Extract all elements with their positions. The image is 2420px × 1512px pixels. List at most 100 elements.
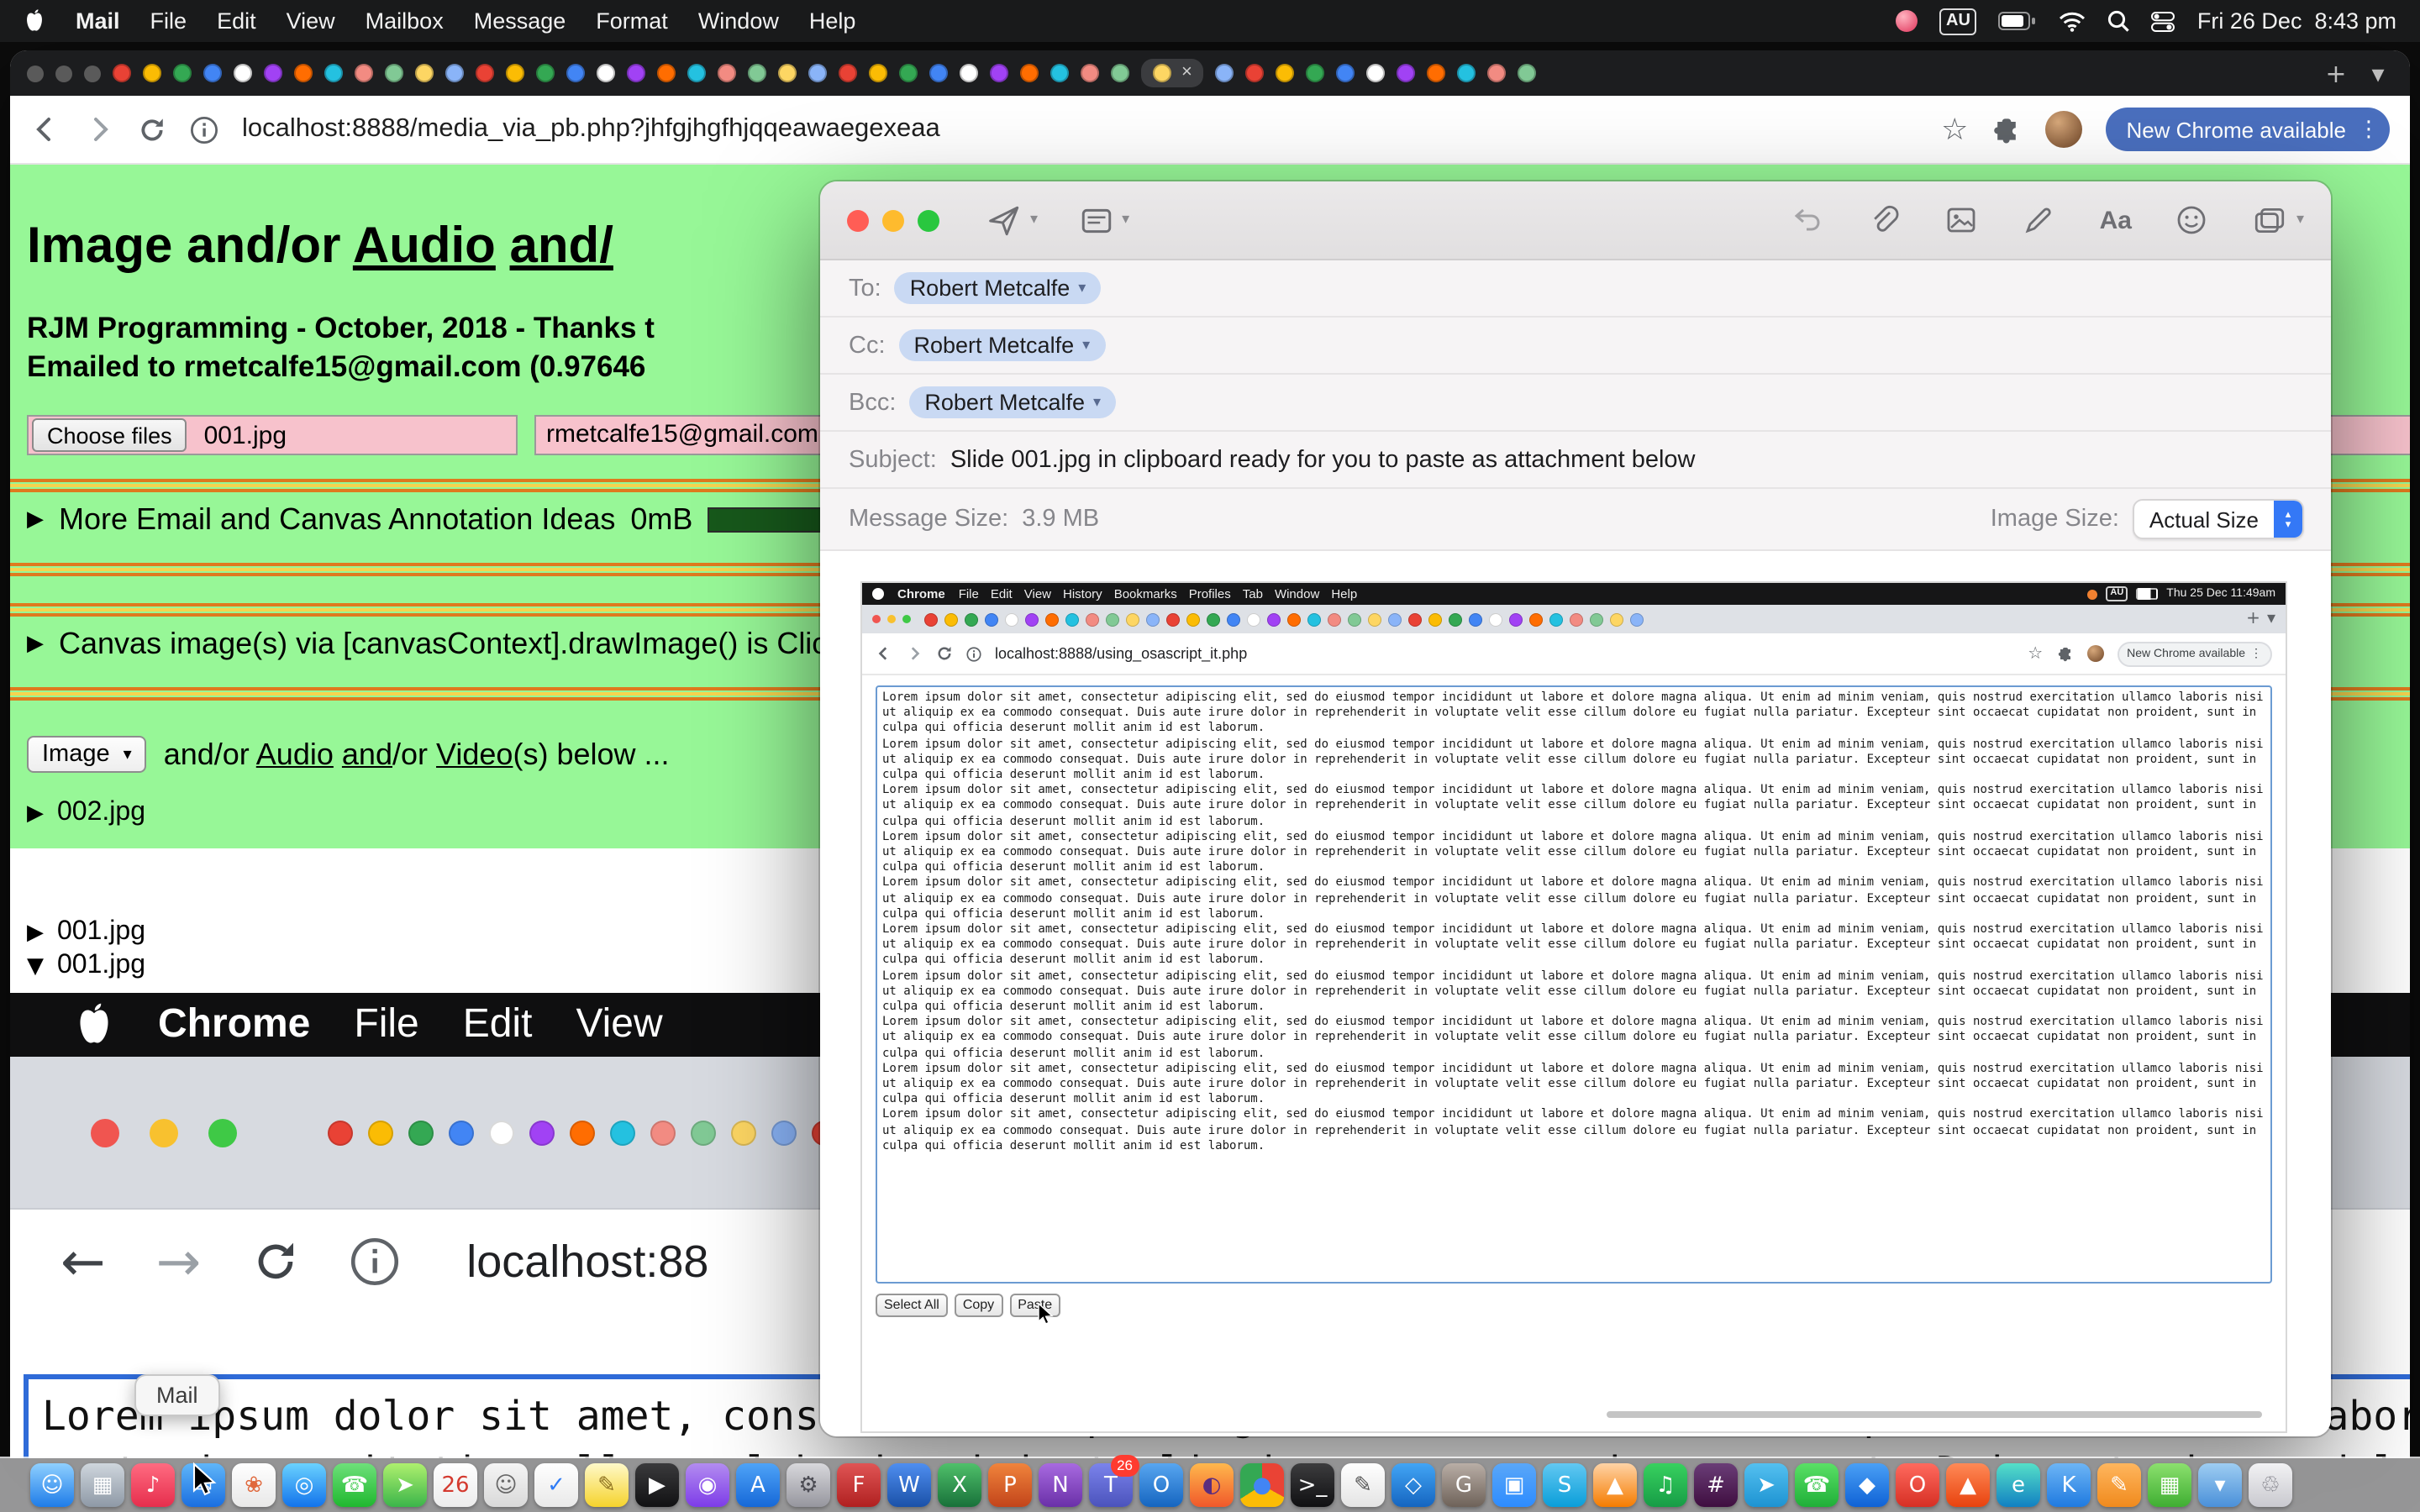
dock-icon-appstore[interactable]: A — [736, 1463, 780, 1507]
tab-favicon[interactable] — [1328, 612, 1341, 626]
menu-help[interactable]: Help — [809, 8, 856, 34]
bcc-field[interactable]: Bcc: Robert Metcalfe▾ — [820, 375, 2331, 432]
and-link[interactable]: and — [342, 737, 392, 770]
tab-favicon[interactable] — [1086, 612, 1099, 626]
dock-icon-onenote[interactable]: N — [1039, 1463, 1082, 1507]
dock-icon-firefox[interactable]: ◐ — [1190, 1463, 1234, 1507]
menu-window[interactable]: Window — [698, 8, 779, 34]
emoji-icon[interactable] — [2175, 203, 2209, 237]
dock-icon-music[interactable]: ♪ — [131, 1463, 175, 1507]
dock-icon-filezilla[interactable]: F — [837, 1463, 881, 1507]
media-type-select[interactable]: Image ▾ — [27, 736, 147, 773]
attached-screenshot[interactable]: Chrome FileEditViewHistoryBookmarksProfi… — [860, 581, 2287, 1433]
tab-favicon[interactable] — [489, 1120, 514, 1145]
subject-value[interactable]: Slide 001.jpg in clipboard ready for you… — [950, 446, 1696, 473]
tab-favicon[interactable] — [1488, 64, 1507, 82]
tab-favicon[interactable] — [924, 612, 938, 626]
tab-favicon[interactable] — [1106, 612, 1119, 626]
recipient-pill[interactable]: Robert Metcalfe▾ — [895, 272, 1102, 304]
tab-favicon[interactable] — [529, 1120, 555, 1145]
heading-link-and[interactable]: and/ — [510, 218, 613, 274]
tab-favicon[interactable] — [368, 1120, 393, 1145]
dock-icon-notes[interactable]: ✎ — [585, 1463, 629, 1507]
recipient-pill[interactable]: Robert Metcalfe▾ — [909, 386, 1116, 418]
tab-favicon[interactable] — [869, 64, 887, 82]
dock-icon-launchpad[interactable]: ▦ — [81, 1463, 124, 1507]
photo-browser-button[interactable]: ▾ — [2253, 202, 2304, 238]
chevron-down-icon[interactable]: ▾ — [1122, 212, 1129, 228]
menu-app-mail[interactable]: Mail — [76, 8, 120, 34]
tab-favicon[interactable] — [899, 64, 918, 82]
tab-favicon[interactable] — [1397, 64, 1416, 82]
tab-search-icon[interactable]: ▾ — [2363, 58, 2393, 88]
triangle-icon[interactable]: ▶ — [27, 631, 44, 656]
battery-icon[interactable] — [1999, 12, 2038, 30]
menu-window[interactable]: Window — [1275, 586, 1319, 601]
header-fields-button[interactable]: ▾ — [1078, 202, 1129, 238]
tab-favicon[interactable] — [1146, 612, 1160, 626]
dock-icon-pages[interactable]: ✎ — [2097, 1463, 2141, 1507]
dock-icon-terminal[interactable]: >_ — [1291, 1463, 1334, 1507]
tab-favicon[interactable] — [476, 64, 494, 82]
menu-file[interactable]: File — [354, 1001, 418, 1048]
tab-favicon[interactable] — [415, 64, 434, 82]
window-minimize-button[interactable] — [55, 65, 72, 81]
tab-favicon[interactable] — [808, 64, 827, 82]
image-size-select[interactable]: Actual Size ▴▾ — [2133, 499, 2304, 539]
tab-favicon[interactable] — [990, 64, 1008, 82]
tab-favicon[interactable] — [1065, 612, 1079, 626]
menubar-clock[interactable]: Fri 26 Dec 8:43 pm — [2197, 8, 2396, 34]
tab-favicon[interactable] — [1388, 612, 1402, 626]
dock-icon-teams[interactable]: T26 — [1089, 1463, 1133, 1507]
kebab-menu-icon[interactable]: ⋮ — [2358, 117, 2380, 142]
menu-edit[interactable]: Edit — [991, 586, 1013, 601]
dock-icon-outlook[interactable]: O — [1139, 1463, 1183, 1507]
dock-icon-zoom[interactable]: ▣ — [1492, 1463, 1536, 1507]
tab-favicon[interactable] — [449, 1120, 474, 1145]
chrome-update-button[interactable]: New Chrome available ⋮ — [2106, 108, 2390, 151]
apple-menu-icon[interactable] — [24, 8, 45, 34]
dock-icon-word[interactable]: W — [887, 1463, 931, 1507]
tab-favicon[interactable] — [1025, 612, 1039, 626]
tab-favicon[interactable] — [1509, 612, 1523, 626]
recipient-pill[interactable]: Robert Metcalfe▾ — [899, 329, 1106, 361]
dock-icon-maps[interactable]: ➤ — [383, 1463, 427, 1507]
tab-favicon[interactable] — [234, 64, 252, 82]
tab-favicon[interactable] — [566, 64, 585, 82]
tab-favicon[interactable] — [597, 64, 615, 82]
chevron-down-icon[interactable]: ▾ — [1093, 394, 1101, 411]
format-button[interactable]: Aa — [2100, 206, 2132, 234]
dock-icon-photos[interactable]: ❀ — [232, 1463, 276, 1507]
dock-icon-messages[interactable]: ☎ — [333, 1463, 376, 1507]
zoom-button[interactable] — [918, 209, 939, 231]
tab-favicon[interactable] — [691, 1120, 716, 1145]
insert-image-icon[interactable] — [1945, 203, 1979, 237]
tab-favicon[interactable] — [355, 64, 373, 82]
menubar-extra-icon[interactable] — [1896, 10, 1918, 32]
dock-icon-contacts[interactable]: ☺ — [484, 1463, 528, 1507]
tab-favicon[interactable] — [1287, 612, 1301, 626]
tab-favicon[interactable] — [985, 612, 998, 626]
menu-view[interactable]: View — [576, 1001, 662, 1048]
extensions-icon[interactable] — [1991, 114, 2022, 144]
triangle-icon[interactable]: ▶ — [27, 801, 44, 826]
site-info-icon[interactable] — [190, 115, 218, 144]
window-close-button[interactable] — [27, 65, 44, 81]
tab-favicon[interactable] — [1216, 64, 1234, 82]
tab-favicon[interactable] — [536, 64, 555, 82]
menu-mailbox[interactable]: Mailbox — [366, 8, 444, 34]
tab-favicon[interactable] — [1458, 64, 1476, 82]
tab-favicon[interactable] — [143, 64, 161, 82]
tab-favicon[interactable] — [1307, 612, 1321, 626]
tab-favicon[interactable] — [748, 64, 766, 82]
menu-help[interactable]: Help — [1331, 586, 1357, 601]
dock-icon-excel[interactable]: X — [938, 1463, 981, 1507]
tab-favicon[interactable] — [1207, 612, 1220, 626]
tab-favicon[interactable] — [657, 64, 676, 82]
tab-favicon[interactable] — [324, 64, 343, 82]
profile-avatar[interactable] — [2045, 111, 2082, 148]
tab-favicon[interactable] — [944, 612, 958, 626]
dock-icon-telegram[interactable]: ➤ — [1744, 1463, 1788, 1507]
dock-icon-spotify[interactable]: ♫ — [1644, 1463, 1687, 1507]
search-icon[interactable] — [2108, 10, 2130, 32]
